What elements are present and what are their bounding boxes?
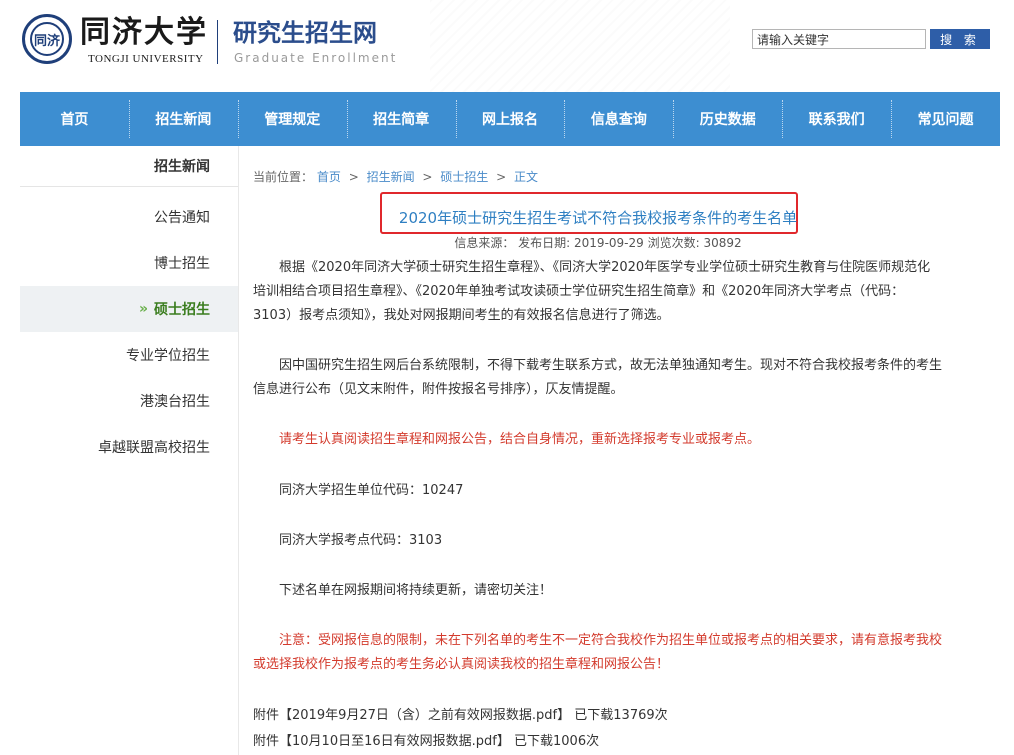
sidebar-item-masters[interactable]: » 硕士招生: [20, 286, 238, 332]
search-input[interactable]: [752, 29, 926, 49]
sidebar-item-hk-macau-taiwan[interactable]: 港澳台招生: [20, 378, 238, 424]
unit-code-paragraph: 同济大学招生单位代码：10247: [279, 483, 464, 498]
attachment-download-count: 已下载13769次: [574, 708, 668, 723]
breadcrumb-link-home[interactable]: 首页: [317, 170, 341, 184]
sidebar-item-label: 卓越联盟高校招生: [98, 440, 210, 456]
breadcrumb-separator: >: [348, 170, 359, 184]
university-name-en: TONGJI UNIVERSITY: [88, 53, 204, 65]
main-nav: 首页 招生新闻 管理规定 招生简章 网上报名 信息查询 历史数据 联系我们 常见…: [20, 92, 1000, 146]
nav-item-online-registration[interactable]: 网上报名: [455, 92, 565, 146]
nav-item-faq[interactable]: 常见问题: [891, 92, 1000, 146]
sidebar-item-label: 港澳台招生: [140, 394, 210, 410]
sidebar: 招生新闻 公告通知 博士招生 » 硕士招生 专业学位招生 港澳台招生 卓越联盟高…: [20, 146, 238, 755]
breadcrumb-separator: >: [496, 170, 507, 184]
attachment-prefix: 附件: [253, 708, 280, 723]
seal-text: 同济: [33, 33, 60, 49]
sidebar-divider: [20, 186, 238, 187]
sidebar-content-divider: [238, 146, 239, 755]
sidebar-title: 招生新闻: [154, 159, 210, 175]
sidebar-item-professional-degree[interactable]: 专业学位招生: [20, 332, 238, 378]
article-meta: 信息来源： 发布日期: 2019-09-29 浏览次数: 30892: [454, 236, 742, 250]
breadcrumb: 当前位置： 首页 > 招生新闻 > 硕士招生 > 正文: [253, 168, 538, 185]
breadcrumb-separator: >: [422, 170, 433, 184]
site-title-en: Graduate Enrollment: [234, 51, 398, 65]
attachment-download-count: 已下载1006次: [514, 734, 600, 749]
article-paragraph: 因中国研究生招生网后台系统限制，不得下载考生联系方式，故无法单独通知考生。现对不…: [253, 358, 943, 397]
attachment-row: 附件【2019年9月27日（含）之前有效网报数据.pdf】 已下载13769次: [253, 704, 668, 728]
nav-item-news[interactable]: 招生新闻: [128, 92, 238, 146]
exam-site-code-paragraph: 同济大学报考点代码：3103: [279, 533, 443, 548]
nav-item-regulations[interactable]: 管理规定: [237, 92, 347, 146]
nav-item-info-query[interactable]: 信息查询: [564, 92, 673, 146]
nav-item-brochure[interactable]: 招生简章: [346, 92, 456, 146]
header-divider: [217, 20, 218, 64]
sidebar-item-excellence-alliance[interactable]: 卓越联盟高校招生: [20, 424, 238, 470]
double-chevron-right-icon: »: [138, 301, 148, 317]
sidebar-menu: 公告通知 博士招生 » 硕士招生 专业学位招生 港澳台招生 卓越联盟高校招生: [20, 194, 238, 470]
attachment-row: 附件【10月10日至16日有效网报数据.pdf】 已下载1006次: [253, 730, 599, 754]
sidebar-item-label: 专业学位招生: [126, 348, 210, 364]
breadcrumb-link-news[interactable]: 招生新闻: [367, 170, 415, 184]
attachment-link[interactable]: 【2019年9月27日（含）之前有效网报数据.pdf】: [279, 708, 570, 723]
nav-item-home[interactable]: 首页: [20, 92, 129, 146]
update-notice-paragraph: 下述名单在网报期间将持续更新，请密切关注！: [279, 583, 553, 598]
seal-inner-ring: 同济: [30, 22, 64, 56]
header-decoration: [430, 0, 730, 92]
article-paragraph: 根据《2020年同济大学硕士研究生招生章程》、《同济大学2020年医学专业学位硕…: [253, 260, 931, 323]
attachment-prefix: 附件: [253, 734, 280, 749]
sidebar-item-announcements[interactable]: 公告通知: [20, 194, 238, 240]
nav-item-history-data[interactable]: 历史数据: [673, 92, 782, 146]
article-title: 2020年硕士研究生招生考试不符合我校报考条件的考生名单: [398, 209, 798, 227]
sidebar-item-label: 硕士招生: [154, 302, 210, 318]
breadcrumb-link-masters[interactable]: 硕士招生: [440, 170, 488, 184]
breadcrumb-current[interactable]: 正文: [514, 170, 538, 184]
sidebar-item-label: 公告通知: [154, 210, 210, 226]
sidebar-item-doctoral[interactable]: 博士招生: [20, 240, 238, 286]
notice-paragraph: 请考生认真阅读招生章程和网报公告，结合自身情况，重新选择报考专业或报考点。: [279, 432, 761, 447]
site-title-cn[interactable]: 研究生招生网: [233, 18, 377, 48]
university-name-cn[interactable]: 同济大学: [80, 16, 208, 50]
university-seal-logo[interactable]: 同济: [22, 14, 72, 64]
attachment-link[interactable]: 【10月10日至16日有效网报数据.pdf】: [279, 734, 510, 749]
sidebar-item-label: 博士招生: [154, 256, 210, 272]
search-button[interactable]: 搜 索: [930, 29, 990, 49]
nav-item-contact-us[interactable]: 联系我们: [782, 92, 891, 146]
warning-paragraph: 注意：受网报信息的限制，未在下列名单的考生不一定符合我校作为招生单位或报考点的相…: [253, 633, 943, 672]
breadcrumb-prefix: 当前位置：: [253, 170, 314, 184]
site-header: 同济 同济大学 TONGJI UNIVERSITY 研究生招生网 Graduat…: [0, 0, 1014, 92]
